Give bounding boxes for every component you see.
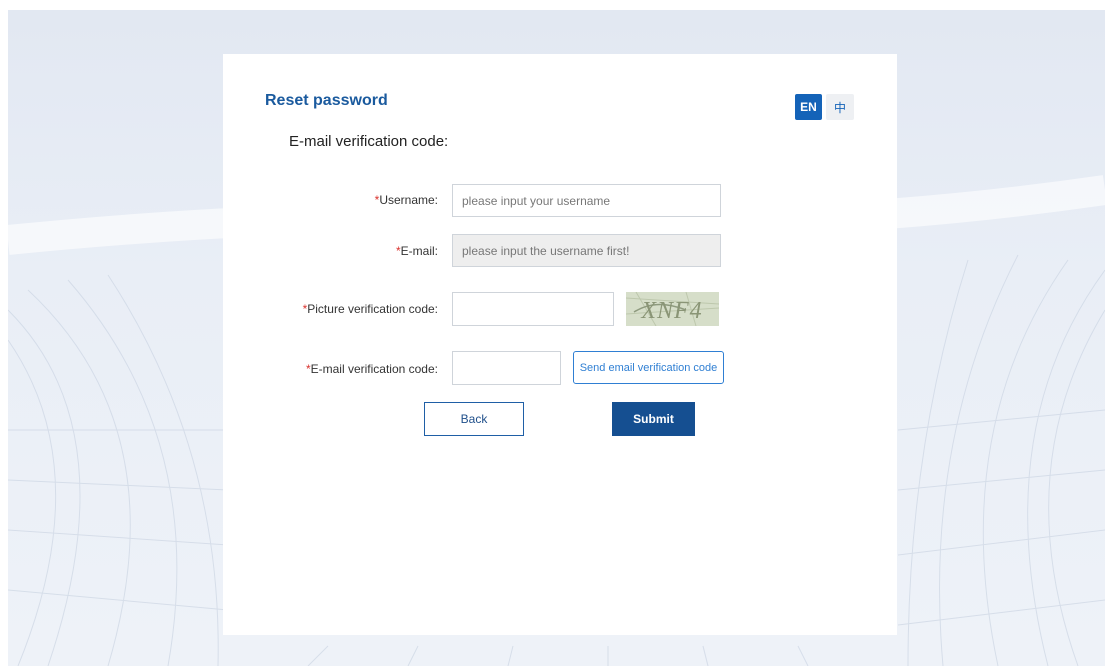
send-email-code-button[interactable]: Send email verification code xyxy=(573,351,724,384)
email-label: *E-mail: xyxy=(396,244,438,258)
picture-code-label: *Picture verification code: xyxy=(303,302,438,316)
section-subtitle: E-mail verification code: xyxy=(289,133,449,150)
submit-button[interactable]: Submit xyxy=(612,402,695,436)
email-code-label-text: E-mail verification code: xyxy=(310,362,438,376)
page-title: Reset password xyxy=(265,92,388,109)
email-label-text: E-mail: xyxy=(400,244,438,258)
email-code-input[interactable] xyxy=(452,351,561,385)
reset-password-card: Reset password EN 中 E-mail verification … xyxy=(223,54,897,635)
username-label: *Username: xyxy=(375,193,438,207)
captcha-image[interactable]: XNF4 xyxy=(626,292,719,326)
email-input[interactable] xyxy=(452,234,721,267)
captcha-text: XNF4 xyxy=(640,298,702,324)
username-label-text: Username: xyxy=(379,193,438,207)
username-input[interactable] xyxy=(452,184,721,217)
language-zh-button[interactable]: 中 xyxy=(826,94,854,120)
email-code-label: *E-mail verification code: xyxy=(306,362,438,376)
picture-code-label-text: Picture verification code: xyxy=(307,302,438,316)
language-en-button[interactable]: EN xyxy=(795,94,822,120)
captcha-graphic: XNF4 xyxy=(626,292,719,326)
picture-code-input[interactable] xyxy=(452,292,614,326)
back-button[interactable]: Back xyxy=(424,402,524,436)
